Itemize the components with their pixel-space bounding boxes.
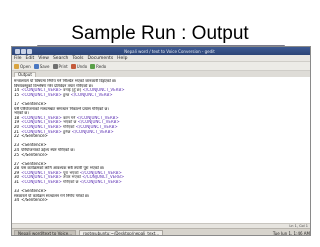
conjunct-verb-close-tag: </CONJUNCT_VERB> — [79, 180, 122, 185]
conjunct-verb-value: तयार भएको — [61, 175, 83, 180]
editor-screenshot: Nepali word / text to Voice Conversion -… — [11, 46, 311, 236]
menubar: File Edit View Search Tools Documents Help — [12, 55, 310, 62]
line-text: <Sentence> — [21, 143, 47, 148]
menu-item-view[interactable]: View — [38, 56, 49, 61]
line-number: 15 — [14, 92, 20, 97]
line-text: परियोजनाको उद्देश्य स्पष्ट गरिएको छ। — [21, 147, 75, 152]
conjunct-verb-close-tag: </CONJUNCT_VERB> — [75, 124, 118, 129]
conjunct-verb-close-tag: </CONJUNCT_VERB> — [77, 120, 120, 125]
taskbar-clock: Tue Jun 1, 1:46 AM — [272, 230, 310, 236]
line-text: मन्त्रालयले यो विषयमा निर्णय गर्ने निश्च… — [14, 79, 117, 83]
line-text: </Sentence> — [21, 134, 48, 139]
line-number: 22 — [14, 134, 20, 139]
conjunct-verb-open-tag: <CONJUNCT_VERB> — [21, 129, 62, 134]
taskbar: Nepali word/text to Voice... root@ubuntu:… — [12, 228, 310, 236]
conjunct-verb-value: वनाई [हुँ छ] — [61, 88, 83, 93]
taskbar-window-button[interactable]: root@ubuntu:~/Desktop/nepali_text... — [79, 229, 164, 235]
print-button[interactable]: Print — [52, 63, 68, 69]
menu-item-edit[interactable]: Edit — [26, 56, 35, 61]
line-text: <Sentence> — [21, 161, 47, 166]
line-number: 21 — [14, 129, 20, 134]
open-button[interactable]: Open — [14, 63, 31, 69]
line-number: 34 — [14, 198, 20, 203]
conjunct-verb-close-tag: </CONJUNCT_VERB> — [82, 175, 125, 180]
toolbar-label: Save — [39, 63, 50, 69]
conjunct-verb-open-tag: <CONJUNCT_VERB> — [21, 170, 62, 175]
conjunct-verb-value: भएको छ — [61, 120, 78, 125]
line-number: 24 — [14, 147, 20, 152]
menu-item-search[interactable]: Search — [53, 56, 68, 61]
conjunct-verb-open-tag: <CONJUNCT_VERB> — [21, 180, 62, 185]
conjunct-verb-open-tag: <CONJUNCT_VERB> — [21, 175, 62, 180]
save-button[interactable]: Save — [33, 63, 50, 69]
toolbar: Open Save Print Undo Redo — [12, 62, 310, 71]
line-text: </Sentence> — [21, 152, 48, 157]
print-icon — [52, 63, 58, 69]
open-icon — [14, 63, 19, 69]
conjunct-verb-close-tag: </CONJUNCT_VERB> — [79, 170, 122, 175]
conjunct-verb-close-tag: </CONJUNCT_VERB> — [70, 92, 113, 97]
line-text: यसै परियोजनाको माध्यमबाट समाधान निकाल्ने… — [14, 106, 109, 111]
toolbar-label: Open — [20, 63, 31, 69]
line-text: सरकारले यो कार्यक्रम सञ्चालन गर्ने निर्ण… — [14, 193, 90, 198]
menu-item-documents[interactable]: Documents — [88, 56, 114, 61]
toolbar-label: Undo — [76, 63, 88, 69]
conjunct-verb-close-tag: </CONJUNCT_VERB> — [71, 129, 114, 134]
line-text: <Sentence> — [21, 101, 47, 106]
conjunct-verb-close-tag: </CONJUNCT_VERB> — [76, 115, 119, 120]
line-number: 14 — [14, 88, 20, 93]
line-text: विषयवस्तुको विश्लेषण गरेर प्रतिवेदन तयार… — [14, 83, 94, 88]
line-number: 27 — [14, 161, 20, 166]
line-number: 31 — [14, 180, 20, 185]
line-number: 18 — [14, 115, 20, 120]
line-text: <Sentence> — [21, 189, 47, 194]
line-number: 20 — [14, 124, 20, 129]
line-number: 23 — [14, 143, 20, 148]
line-number: 29 — [14, 170, 20, 175]
line-number: 25 — [14, 152, 20, 157]
line-text: यस कार्यक्रमको लागि आवश्यक सबै तयारी पूर… — [21, 166, 105, 171]
conjunct-verb-open-tag: <CONJUNCT_VERB> — [21, 92, 62, 97]
conjunct-verb-open-tag: <CONJUNCT_VERB> — [21, 124, 62, 129]
taskbar-window-button[interactable]: Nepali word/text to Voice... — [14, 229, 77, 235]
undo-button[interactable]: Undo — [70, 63, 88, 69]
close-button[interactable] — [27, 48, 32, 54]
window-titlebar: Nepali word / text to Voice Conversion -… — [12, 47, 310, 55]
undo-icon — [70, 63, 76, 69]
save-icon — [33, 63, 39, 69]
conjunct-verb-value: गरिएको छ — [61, 180, 80, 185]
menu-item-help[interactable]: Help — [117, 56, 127, 61]
line-number: 19 — [14, 120, 20, 125]
conjunct-verb-value: गरिएको — [61, 124, 76, 129]
redo-button[interactable]: Redo — [90, 63, 107, 69]
tab-output[interactable]: Output — [14, 72, 36, 77]
window-controls — [15, 48, 32, 54]
conjunct-verb-open-tag: <CONJUNCT_VERB> — [21, 115, 62, 120]
conjunct-verb-open-tag: <CONJUNCT_VERB> — [21, 120, 62, 125]
line-text: भएको छ। — [14, 111, 29, 116]
conjunct-verb-open-tag: <CONJUNCT_VERB> — [21, 88, 62, 93]
conjunct-verb-value: हुनेछ — [61, 129, 72, 134]
toolbar-label: Print — [58, 63, 68, 69]
window-title: Nepali word / text to Voice Conversion -… — [124, 48, 215, 54]
redo-icon — [90, 63, 96, 69]
conjunct-verb-close-tag: </CONJUNCT_VERB> — [82, 88, 125, 93]
editor-line: 34 </Sentence> — [14, 198, 310, 203]
line-number: 17 — [14, 101, 20, 106]
line-number: 33 — [14, 189, 20, 194]
minimize-button[interactable] — [15, 48, 20, 54]
line-number: 30 — [14, 175, 20, 180]
menu-item-tools[interactable]: Tools — [72, 56, 83, 61]
line-text: </Sentence> — [21, 198, 48, 203]
menu-item-file[interactable]: File — [14, 56, 22, 61]
tabbar: Output — [12, 71, 310, 77]
line-number: 28 — [14, 166, 20, 171]
toolbar-label: Redo — [96, 63, 107, 69]
conjunct-verb-value: पूरा भएको — [61, 170, 80, 175]
maximize-button[interactable] — [21, 48, 26, 54]
conjunct-verb-value: काम गर्ने — [61, 115, 77, 120]
text-editor-area[interactable]: मन्त्रालयले यो विषयमा निर्णय गर्ने निश्च… — [12, 78, 310, 223]
